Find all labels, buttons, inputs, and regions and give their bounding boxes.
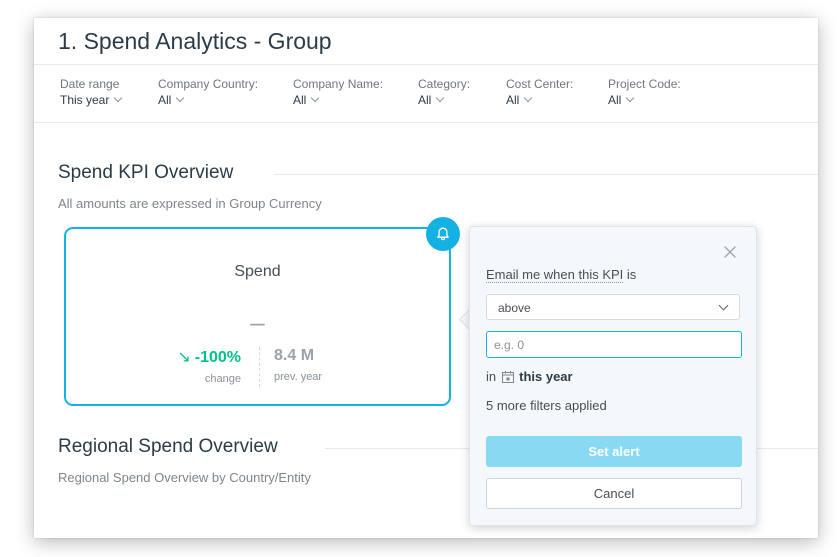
kpi-change-value: -100% <box>194 349 241 366</box>
alert-condition-select[interactable]: above <box>486 294 740 320</box>
kpi-card-spend[interactable]: Spend – ↘ -100% change 8.4 M prev. year <box>64 227 451 406</box>
kpi-change: ↘ -100% change <box>177 347 241 385</box>
calendar-icon <box>502 370 515 383</box>
filter-company-name[interactable]: Company Name: All <box>293 77 383 109</box>
filter-label: Company Country: <box>158 77 259 91</box>
filter-value: All <box>158 93 172 107</box>
filter-value: This year <box>60 93 110 107</box>
kpi-change-label: change <box>204 373 241 385</box>
kpi-value: – <box>250 307 265 337</box>
filter-value: All <box>418 93 432 107</box>
filter-value: All <box>506 93 520 107</box>
alert-label: Email me when this KPI is <box>486 267 637 283</box>
filter-label: Cost Center: <box>506 77 574 91</box>
kpi-section-subtitle: All amounts are expressed in Group Curre… <box>58 196 322 211</box>
filter-value: All <box>608 93 622 107</box>
chevron-down-icon <box>626 93 635 103</box>
kpi-title: Spend <box>234 263 281 280</box>
period-value: this year <box>519 369 573 384</box>
chevron-down-icon <box>524 93 533 103</box>
kpi-previous-period: 8.4 M prev. year <box>274 347 322 383</box>
kpi-alert-popover: Email me when this KPI is above in this … <box>469 226 757 526</box>
kpi-prev-value: 8.4 M <box>274 347 315 364</box>
close-icon[interactable] <box>723 245 737 259</box>
page-title: 1. Spend Analytics - Group <box>58 28 332 54</box>
alert-period: in this year <box>486 369 573 384</box>
chevron-down-icon <box>436 93 445 103</box>
set-alert-button[interactable]: Set alert <box>486 436 742 467</box>
kpi-divider <box>259 347 260 387</box>
filters-applied-note: 5 more filters applied <box>486 398 607 413</box>
filter-project-code[interactable]: Project Code: All <box>608 77 681 109</box>
filter-label: Project Code: <box>608 77 681 91</box>
chevron-down-icon <box>176 93 185 103</box>
chevron-down-icon <box>311 93 320 103</box>
filter-bar: Date range This year Company Country: Al… <box>34 64 818 123</box>
alert-bell-button[interactable] <box>426 217 460 251</box>
filter-label: Date range <box>60 77 120 91</box>
cancel-button[interactable]: Cancel <box>486 478 742 509</box>
regional-section-subtitle: Regional Spend Overview by Country/Entit… <box>58 470 311 485</box>
kpi-prev-label: prev. year <box>274 371 323 383</box>
chevron-down-icon <box>718 300 729 311</box>
filter-company-country[interactable]: Company Country: All <box>158 77 258 109</box>
alert-label-suffix: is <box>623 267 637 282</box>
filter-label: Category: <box>418 77 471 91</box>
select-value: above <box>498 301 531 315</box>
alert-label-text: Email me when this KPI <box>486 267 624 283</box>
filter-label: Company Name: <box>293 77 384 91</box>
regional-section-title: Regional Spend Overview <box>58 436 278 457</box>
kpi-section-title: Spend KPI Overview <box>58 162 234 183</box>
period-prefix: in <box>486 369 497 384</box>
alert-threshold-input[interactable] <box>486 331 742 358</box>
filter-cost-center[interactable]: Cost Center: All <box>506 77 573 109</box>
filter-category[interactable]: Category: All <box>418 77 470 109</box>
trend-down-arrow-icon: ↘ <box>177 349 191 366</box>
filter-date-range[interactable]: Date range This year <box>60 77 123 109</box>
section-divider <box>274 174 818 175</box>
chevron-down-icon <box>114 93 123 103</box>
filter-value: All <box>293 93 307 107</box>
bell-icon <box>437 227 449 241</box>
